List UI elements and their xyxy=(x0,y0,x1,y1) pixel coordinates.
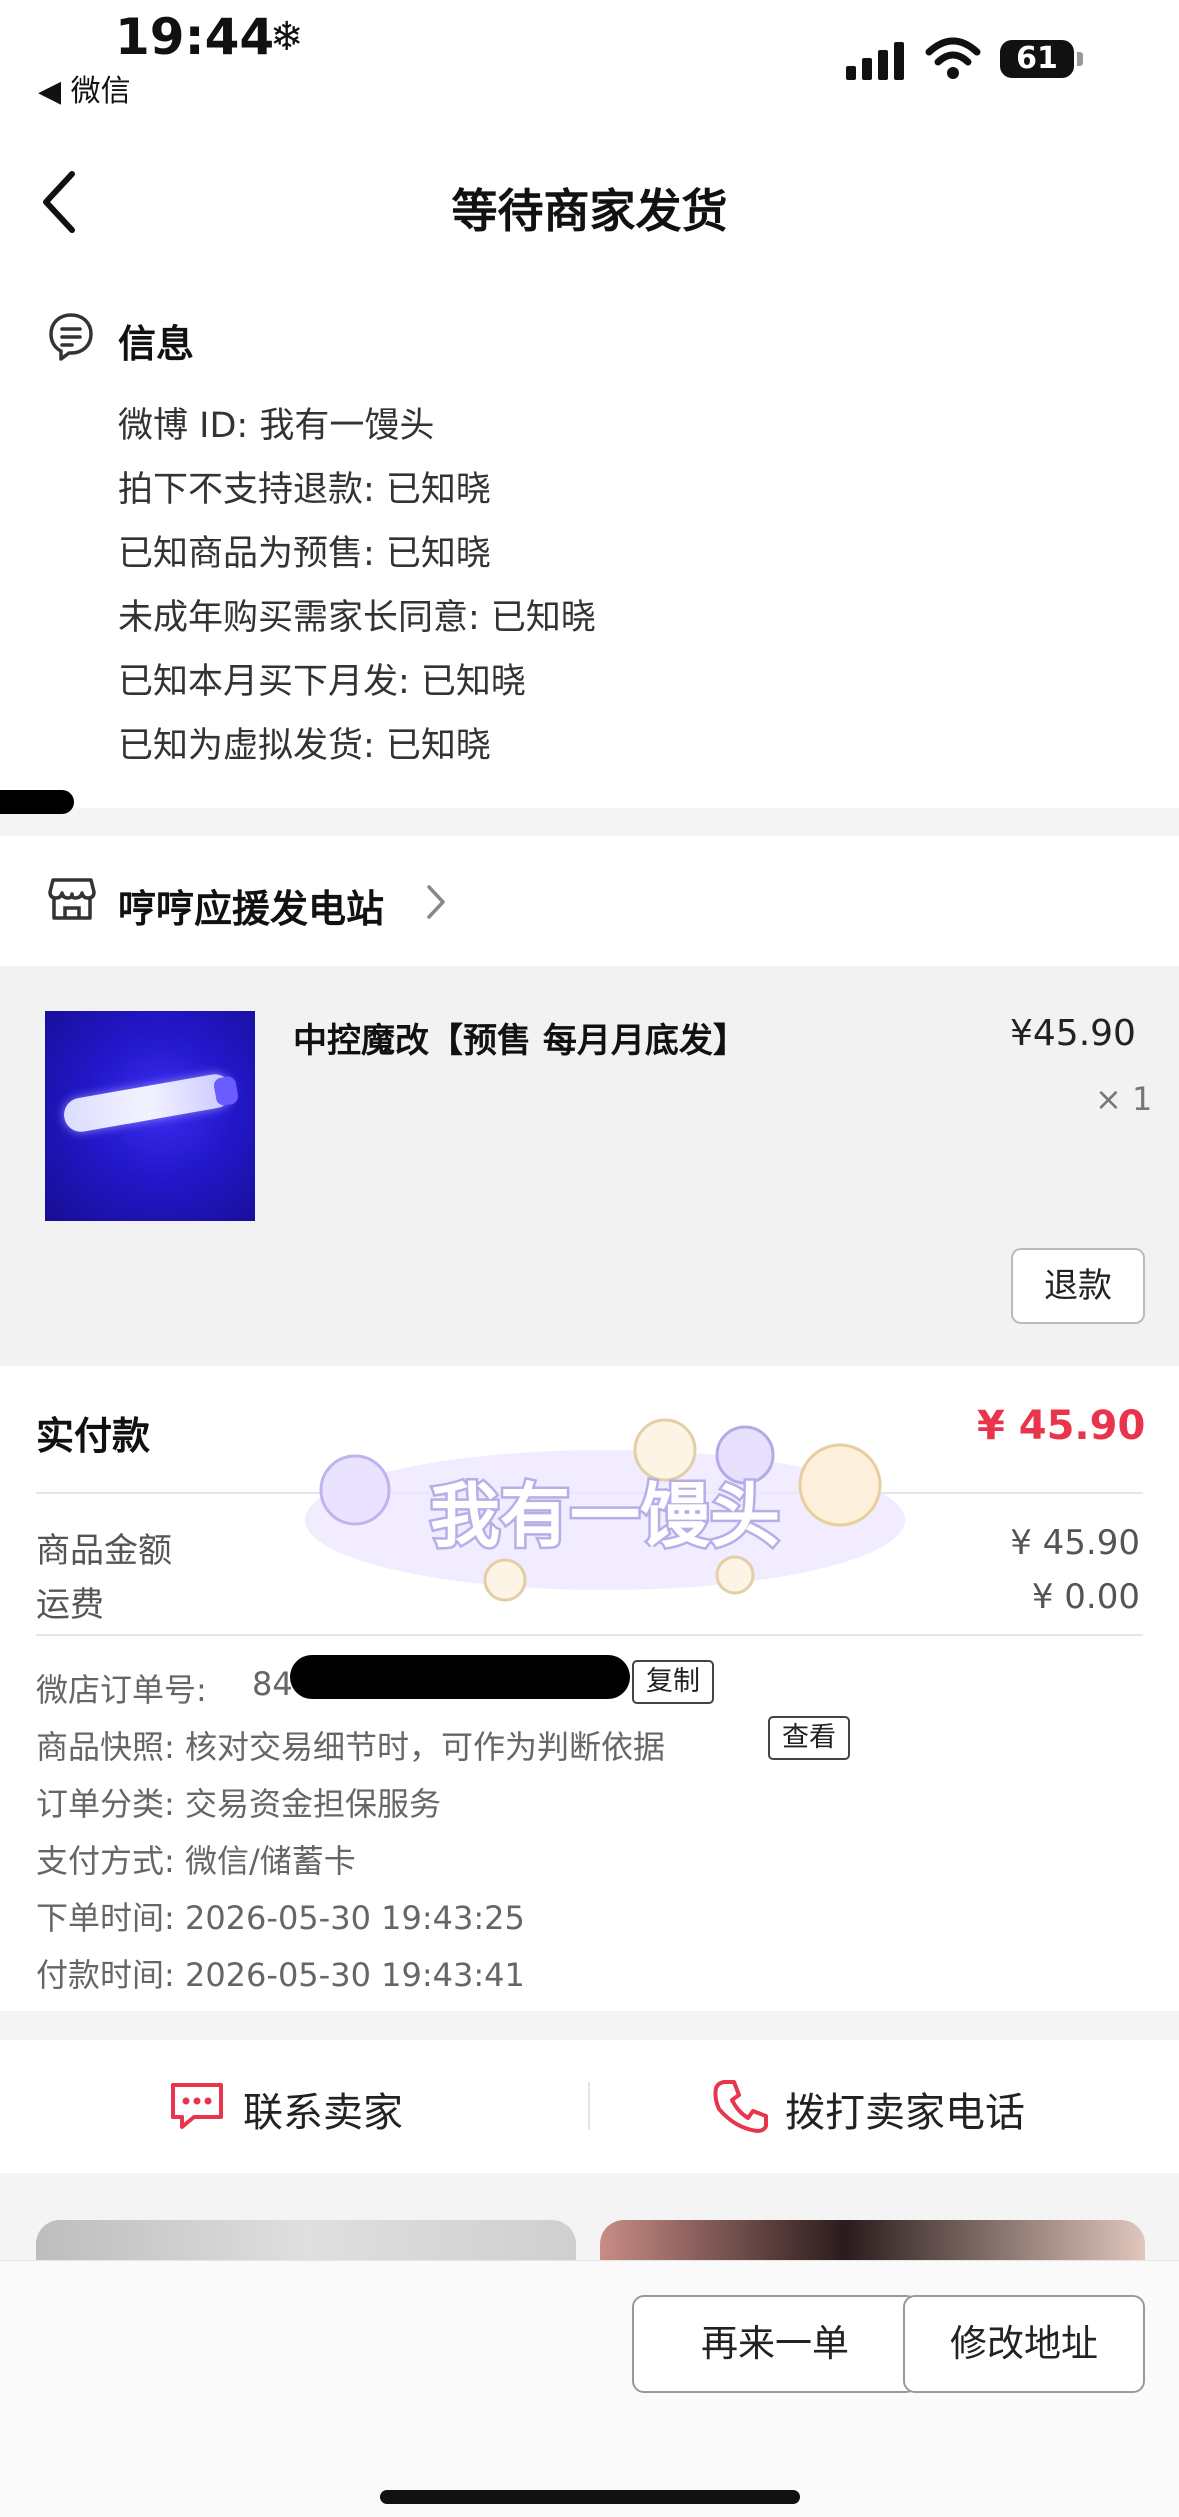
message-note-icon xyxy=(49,313,93,361)
info-line: 已知商品为预售: 已知晓 xyxy=(118,534,491,574)
info-title: 信息 xyxy=(118,322,195,366)
home-indicator xyxy=(380,2490,800,2504)
redaction-mark xyxy=(290,1655,630,1699)
shipping-label: 运费 xyxy=(36,1585,104,1625)
battery-indicator: 61 xyxy=(1000,40,1074,78)
chevron-right-icon xyxy=(427,885,445,919)
goods-amount-label: 商品金额 xyxy=(36,1531,172,1571)
copy-order-button[interactable]: 复制 xyxy=(632,1660,714,1704)
order-number-label: 微店订单号: xyxy=(36,1671,207,1709)
page-title: 等待商家发货 xyxy=(451,184,728,238)
info-line: 已知为虚拟发货: 已知晓 xyxy=(118,726,491,766)
payment-method: 支付方式: 微信/储蓄卡 xyxy=(36,1842,356,1880)
call-seller-button[interactable]: 拨打卖家电话 xyxy=(785,2080,1025,2138)
status-time: 19:44 xyxy=(115,8,275,66)
back-to-wechat-link[interactable]: ◀ 微信 xyxy=(38,66,131,110)
signal-icon xyxy=(846,38,904,80)
order-category: 订单分类: 交易资金担保服务 xyxy=(36,1785,441,1823)
product-name[interactable]: 中控魔改【预售 每月月底发】 xyxy=(293,1013,747,1062)
shop-icon xyxy=(48,878,96,920)
info-line: 已知本月买下月发: 已知晓 xyxy=(118,662,526,702)
product-quantity: × 1 xyxy=(1095,1080,1153,1118)
view-snapshot-button[interactable]: 查看 xyxy=(768,1716,850,1760)
product-thumbnail[interactable] xyxy=(45,1011,255,1221)
reorder-button[interactable]: 再来一单 xyxy=(632,2295,918,2393)
contact-seller-button[interactable]: 联系卖家 xyxy=(243,2080,403,2138)
order-number-value: 84 xyxy=(252,1665,293,1703)
refund-button[interactable]: 退款 xyxy=(1011,1248,1145,1324)
snapshot-text: 商品快照: 核对交易细节时，可作为判断依据 xyxy=(36,1728,665,1766)
chat-bubble-icon[interactable] xyxy=(168,2080,226,2132)
pay-time: 付款时间: 2026-05-30 19:43:41 xyxy=(36,1956,525,1994)
redaction-mark xyxy=(0,790,74,814)
order-time: 下单时间: 2026-05-30 19:43:25 xyxy=(36,1899,525,1937)
wifi-icon xyxy=(925,37,981,79)
phone-icon[interactable] xyxy=(712,2078,770,2134)
store-name[interactable]: 哼哼应援发电站 xyxy=(118,878,384,933)
svg-text:我有一馒头: 我有一馒头 xyxy=(430,1475,780,1557)
info-line: 微博 ID: 我有一馒头 xyxy=(118,406,435,446)
info-line: 拍下不支持退款: 已知晓 xyxy=(118,470,491,510)
info-line: 未成年购买需家长同意: 已知晓 xyxy=(118,598,596,638)
watermark-sticker: 我有一馒头 xyxy=(305,1418,905,1602)
shipping-value: ¥ 0.00 xyxy=(1031,1577,1140,1617)
edit-address-button[interactable]: 修改地址 xyxy=(903,2295,1145,2393)
battery-tip xyxy=(1077,52,1083,66)
snowflake-icon: ❄ xyxy=(270,14,304,60)
paid-label: 实付款 xyxy=(36,1414,151,1458)
paid-amount: ¥ 45.90 xyxy=(977,1403,1146,1449)
goods-amount-value: ¥ 45.90 xyxy=(1010,1523,1140,1563)
divider xyxy=(36,1634,1143,1636)
divider xyxy=(588,2082,590,2130)
product-price: ¥45.90 xyxy=(1010,1013,1136,1054)
